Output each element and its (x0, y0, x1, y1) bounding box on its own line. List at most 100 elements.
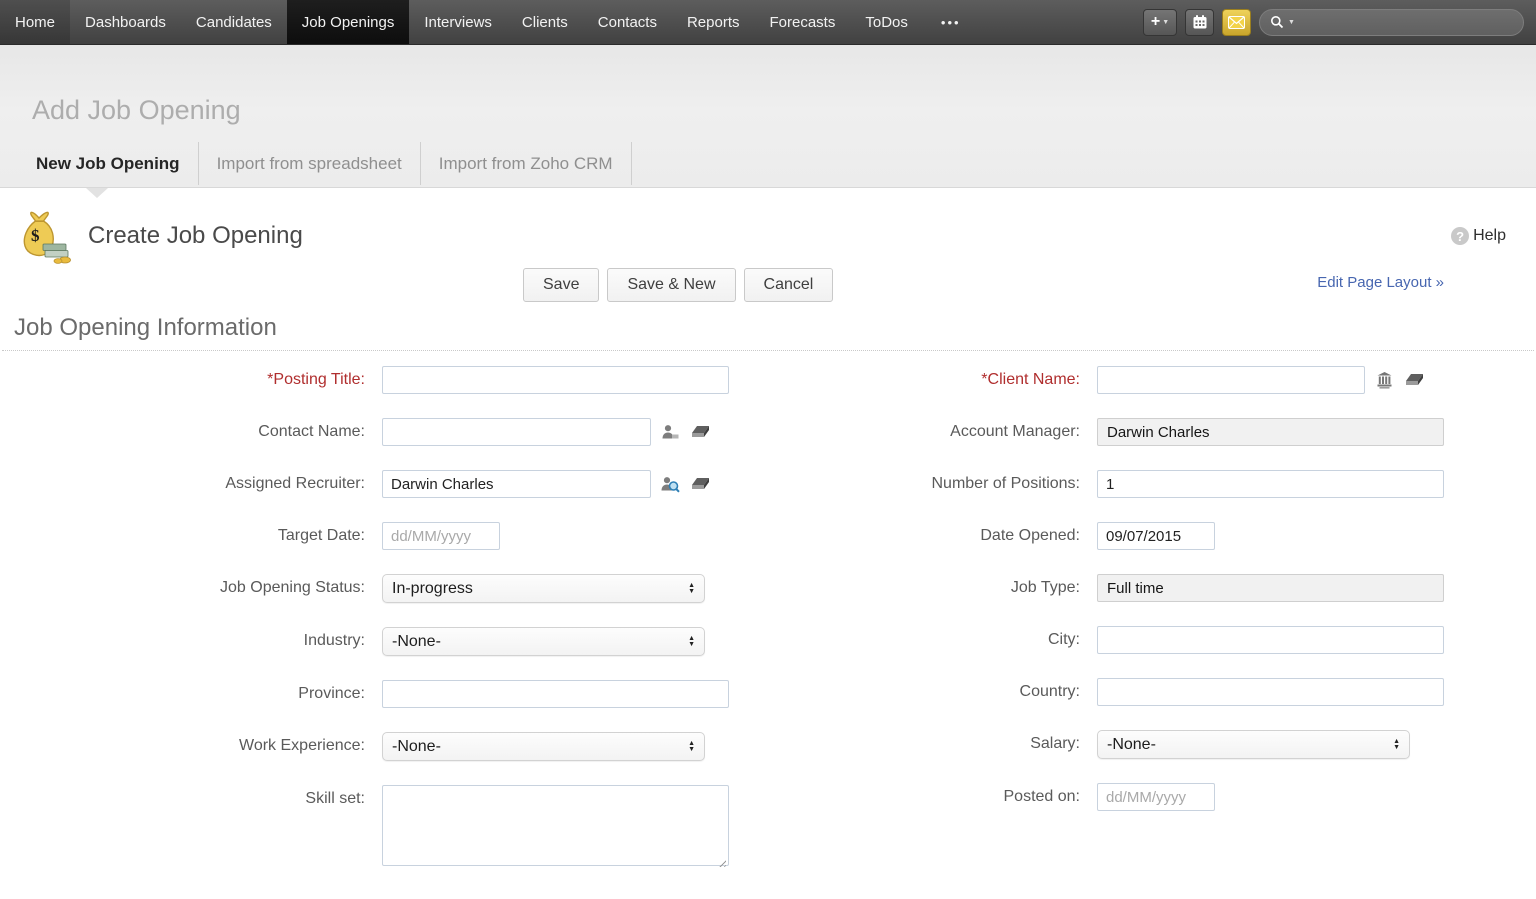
posted-on-input[interactable] (1097, 783, 1215, 811)
contact-name-input[interactable] (382, 418, 651, 446)
work-experience-select[interactable]: -None- ▲ ▼ (382, 732, 705, 761)
eraser-icon[interactable] (689, 474, 711, 494)
province-input[interactable] (382, 680, 729, 708)
field-row-number-of-positions: Number of Positions: (768, 470, 1536, 498)
cancel-button[interactable]: Cancel (743, 268, 834, 302)
search-scope-caret-icon[interactable]: ▼ (1288, 19, 1295, 26)
nav-item-contacts[interactable]: Contacts (583, 0, 672, 44)
job-opening-status-label: Job Opening Status: (220, 579, 365, 596)
form-toolbar: Save Save & New Cancel Edit Page Layout … (0, 268, 1536, 308)
work-experience-value: -None- (392, 737, 441, 755)
nav-item-todos[interactable]: ToDos (850, 0, 923, 44)
form-column-right: *Client Name: Account Manager: Darwin Ch… (768, 366, 1536, 895)
help-icon: ? (1451, 227, 1470, 245)
field-row-account-manager: Account Manager: Darwin Charles (768, 418, 1536, 446)
svg-text:$: $ (31, 226, 40, 245)
field-row-job-opening-status: Job Opening Status: In-progress ▲ ▼ (0, 574, 768, 603)
nav-item-reports[interactable]: Reports (672, 0, 755, 44)
top-navigation: Home Dashboards Candidates Job Openings … (0, 0, 1536, 45)
client-name-label: *Client Name: (981, 371, 1080, 388)
target-date-input[interactable] (382, 522, 500, 550)
nav-item-candidates[interactable]: Candidates (181, 0, 287, 44)
city-input[interactable] (1097, 626, 1444, 654)
skill-set-textarea[interactable] (382, 785, 729, 866)
plus-icon: + (1150, 13, 1161, 30)
number-of-positions-input[interactable] (1097, 470, 1444, 498)
field-row-city: City: (768, 626, 1536, 654)
country-input[interactable] (1097, 678, 1444, 706)
client-lookup-icon[interactable] (1373, 370, 1395, 390)
caret-down-icon: ▼ (1162, 18, 1170, 26)
nav-item-clients[interactable]: Clients (507, 0, 583, 44)
nav-right-actions: + ▼ ▼ (1143, 0, 1536, 44)
main-content: $ Create Job Opening ? Help Save Save & … (0, 188, 1536, 899)
client-name-input[interactable] (1097, 366, 1365, 394)
calendar-icon (1193, 15, 1206, 29)
posted-on-label: Posted on: (1003, 788, 1081, 805)
contact-name-label: Contact Name: (258, 423, 365, 440)
mail-icon (1228, 15, 1245, 29)
job-type-readonly: Full time (1097, 574, 1444, 602)
tab-import-from-zoho-crm[interactable]: Import from Zoho CRM (421, 140, 631, 187)
work-experience-label: Work Experience: (239, 737, 365, 754)
calendar-button[interactable] (1185, 8, 1214, 36)
job-opening-status-select[interactable]: In-progress ▲ ▼ (382, 574, 705, 603)
save-button[interactable]: Save (523, 268, 600, 302)
industry-select[interactable]: -None- ▲ ▼ (382, 627, 705, 656)
search-icon (1271, 16, 1284, 29)
city-label: City: (1048, 631, 1080, 648)
global-search: ▼ (1259, 8, 1524, 36)
posting-title-label: *Posting Title: (267, 371, 365, 388)
eraser-icon[interactable] (1403, 370, 1425, 390)
field-row-industry: Industry: -None- ▲ ▼ (0, 627, 768, 656)
nav-item-interviews[interactable]: Interviews (409, 0, 507, 44)
eraser-icon[interactable] (689, 422, 711, 442)
field-row-salary: Salary: -None- ▲ ▼ (768, 730, 1536, 759)
tab-bar: New Job Opening Import from spreadsheet … (0, 140, 1536, 188)
assigned-recruiter-label: Assigned Recruiter: (225, 475, 365, 492)
industry-value: -None- (392, 632, 441, 650)
search-input[interactable] (1298, 14, 1513, 30)
nav-item-home[interactable]: Home (0, 0, 71, 44)
tab-import-from-spreadsheet[interactable]: Import from spreadsheet (199, 140, 420, 187)
salary-value: -None- (1107, 735, 1156, 753)
nav-item-dashboards[interactable]: Dashboards (70, 0, 181, 44)
edit-page-layout-link[interactable]: Edit Page Layout » (1317, 274, 1444, 291)
target-date-label: Target Date: (277, 527, 365, 544)
field-row-country: Country: (768, 678, 1536, 706)
user-lookup-icon[interactable] (659, 474, 681, 494)
field-row-contact-name: Contact Name: (0, 418, 768, 446)
nav-more-menu[interactable]: ••• (923, 0, 979, 44)
field-row-client-name: *Client Name: (768, 366, 1536, 394)
job-opening-form: *Posting Title: Contact Name: Assigned R… (0, 351, 1536, 895)
nav-item-forecasts[interactable]: Forecasts (755, 0, 851, 44)
active-tab-pointer (86, 188, 108, 198)
nav-item-job-openings[interactable]: Job Openings (286, 0, 410, 44)
save-and-new-button[interactable]: Save & New (607, 268, 736, 302)
money-bag-icon: $ (23, 211, 71, 264)
select-arrows-icon: ▲ ▼ (1393, 737, 1400, 751)
page-title: Add Job Opening (32, 95, 241, 125)
field-row-date-opened: Date Opened: (768, 522, 1536, 550)
posting-title-input[interactable] (382, 366, 729, 394)
field-row-target-date: Target Date: (0, 522, 768, 550)
field-row-skill-set: Skill set: (0, 785, 768, 871)
date-opened-input[interactable] (1097, 522, 1215, 550)
page-header: Add Job Opening New Job Opening Import f… (0, 45, 1536, 198)
record-heading: Create Job Opening (88, 222, 303, 249)
contact-lookup-icon[interactable] (659, 422, 681, 442)
help-link[interactable]: ? Help (1451, 227, 1506, 245)
field-row-job-type: Job Type: Full time (768, 574, 1536, 602)
province-label: Province: (298, 685, 365, 702)
form-column-left: *Posting Title: Contact Name: Assigned R… (0, 366, 768, 895)
field-row-posting-title: *Posting Title: (0, 366, 768, 394)
mail-button[interactable] (1222, 8, 1251, 36)
help-label: Help (1473, 227, 1506, 244)
salary-select[interactable]: -None- ▲ ▼ (1097, 730, 1410, 759)
tab-new-job-opening[interactable]: New Job Opening (18, 140, 198, 187)
account-manager-label: Account Manager: (950, 423, 1080, 440)
assigned-recruiter-input[interactable] (382, 470, 651, 498)
skill-set-label: Skill set: (305, 790, 365, 807)
quick-add-button[interactable]: + ▼ (1143, 8, 1177, 36)
job-opening-status-value: In-progress (392, 579, 473, 597)
